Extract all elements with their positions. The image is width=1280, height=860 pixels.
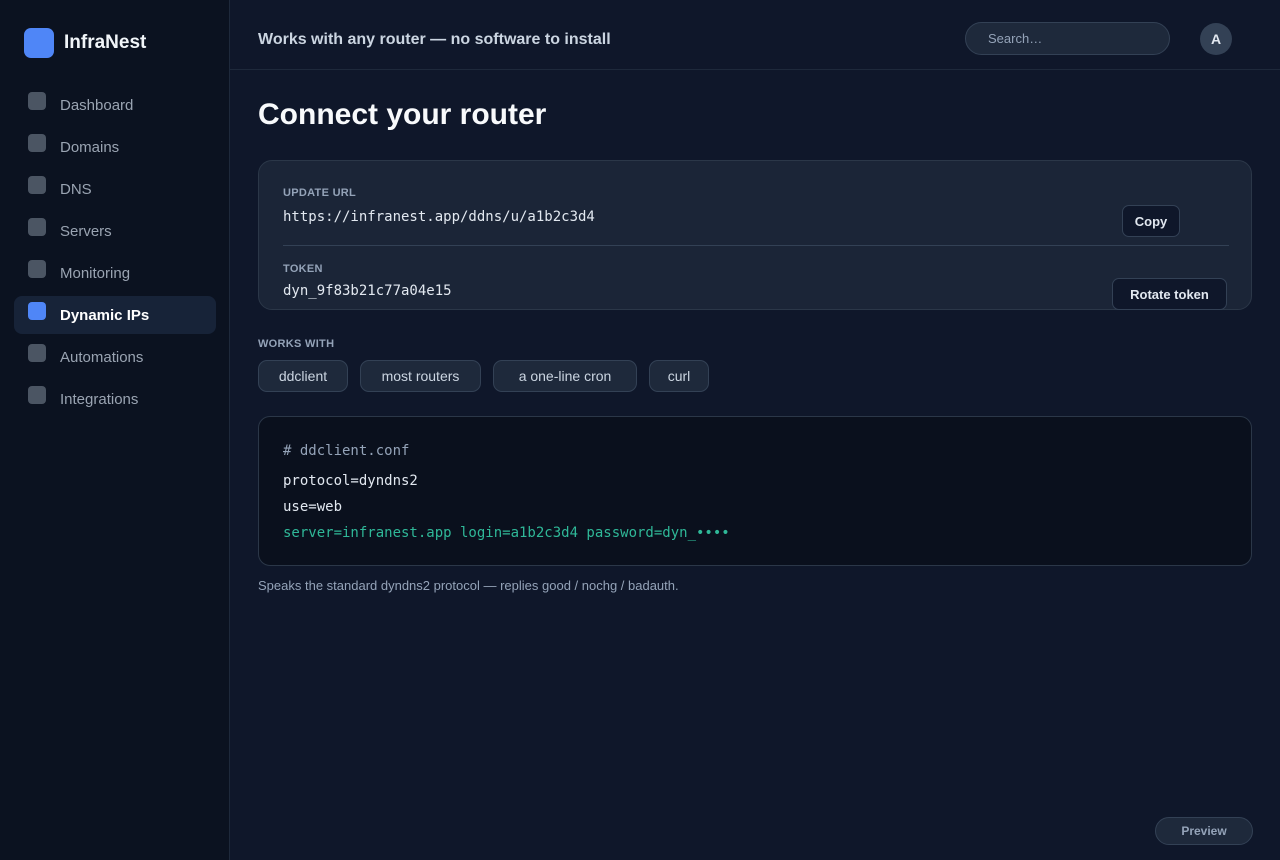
sidebar-item-dns[interactable]: DNS (14, 170, 216, 208)
main-content: Works with any router — no software to i… (230, 0, 1280, 860)
chip-curl[interactable]: curl (649, 360, 709, 392)
works-with-label: WORKS WITH (258, 338, 335, 350)
chip-most-routers[interactable]: most routers (360, 360, 481, 392)
code-line: use=web (283, 499, 343, 515)
servers-icon (28, 218, 46, 236)
dns-icon (28, 176, 46, 194)
sidebar-item-servers[interactable]: Servers (14, 212, 216, 250)
update-url-value: https://infranest.app/ddns/u/a1b2c3d4 (283, 209, 595, 225)
code-comment-line: # ddclient.conf (283, 443, 410, 459)
sidebar-item-integrations[interactable]: Integrations (14, 380, 216, 418)
app-root: InfraNest Dashboard Domains DNS Servers … (0, 0, 1280, 860)
sidebar-item-label: DNS (60, 180, 92, 198)
domains-icon (28, 134, 46, 152)
sidebar-item-dashboard[interactable]: Dashboard (14, 86, 216, 124)
sidebar-item-label: Integrations (60, 390, 139, 408)
code-line: protocol=dyndns2 (283, 473, 418, 489)
code-line-highlight: server=infranest.app login=a1b2c3d4 pass… (283, 525, 730, 541)
rotate-token-button[interactable]: Rotate token (1112, 278, 1227, 310)
sidebar-item-label: Dashboard (60, 96, 134, 114)
token-label: TOKEN (283, 263, 323, 275)
integrations-icon (28, 386, 46, 404)
sidebar-item-automations[interactable]: Automations (14, 338, 216, 376)
page-title: Connect your router (258, 98, 547, 131)
topbar-title: Works with any router — no software to i… (258, 31, 611, 48)
chip-one-line-cron[interactable]: a one-line cron (493, 360, 637, 392)
dynamic-ips-icon (28, 302, 46, 320)
sidebar-item-label: Dynamic IPs (60, 306, 150, 324)
works-with-chips: ddclient most routers a one-line cron cu… (258, 360, 721, 392)
update-url-label: UPDATE URL (283, 187, 357, 199)
sidebar: InfraNest Dashboard Domains DNS Servers … (0, 0, 230, 860)
automations-icon (28, 344, 46, 362)
preview-button[interactable]: Preview (1155, 817, 1253, 845)
dashboard-icon (28, 92, 46, 110)
brand[interactable]: InfraNest (24, 28, 146, 58)
card-divider (283, 245, 1229, 246)
sidebar-item-dynamic-ips[interactable]: Dynamic IPs (14, 296, 216, 334)
sidebar-item-label: Domains (60, 138, 120, 156)
sidebar-item-label: Servers (60, 222, 112, 240)
brand-logo-icon (24, 28, 54, 58)
topbar: Works with any router — no software to i… (230, 0, 1280, 70)
sidebar-item-label: Monitoring (60, 264, 131, 282)
chip-ddclient[interactable]: ddclient (258, 360, 348, 392)
connection-card: UPDATE URL https://infranest.app/ddns/u/… (258, 160, 1252, 310)
monitoring-icon (28, 260, 46, 278)
avatar[interactable]: A (1200, 23, 1232, 55)
sidebar-nav: Dashboard Domains DNS Servers Monitoring… (14, 86, 216, 422)
copy-button[interactable]: Copy (1122, 205, 1180, 237)
protocol-note: Speaks the standard dyndns2 protocol — r… (258, 578, 679, 593)
code-block: # ddclient.conf protocol=dyndns2 use=web… (258, 416, 1252, 566)
search-input[interactable] (965, 22, 1170, 55)
brand-name: InfraNest (64, 32, 147, 53)
sidebar-item-label: Automations (60, 348, 144, 366)
token-value: dyn_9f83b21c77a04e15 (283, 283, 452, 299)
sidebar-item-domains[interactable]: Domains (14, 128, 216, 166)
sidebar-item-monitoring[interactable]: Monitoring (14, 254, 216, 292)
